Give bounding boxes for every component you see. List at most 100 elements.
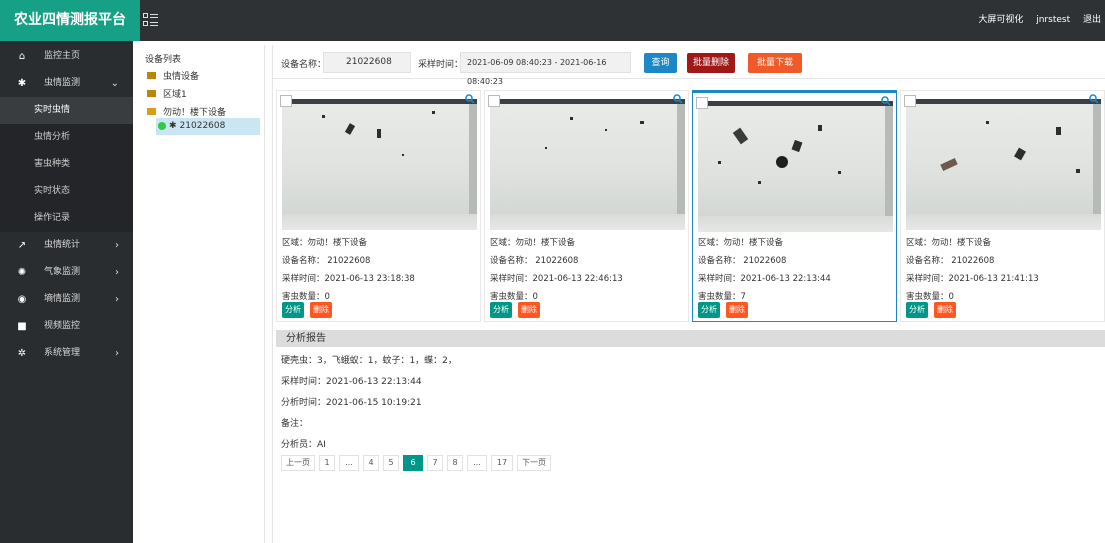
- main-content: 设备名称： 21022608 采样时间： 2021-06-09 08:40:23…: [272, 45, 1105, 543]
- select-checkbox[interactable]: [696, 97, 708, 109]
- big-screen-link[interactable]: 大屏可视化: [978, 15, 1023, 25]
- sidebar-item-label: 墒情监测: [44, 294, 81, 304]
- select-checkbox[interactable]: [280, 95, 292, 107]
- current-page-button[interactable]: 6: [403, 455, 423, 471]
- sidebar-item-system[interactable]: ✲ 系统管理 ›: [0, 340, 133, 367]
- bug-icon: ✱: [169, 121, 177, 131]
- page-button[interactable]: 8: [447, 455, 463, 471]
- query-button[interactable]: 查询: [644, 53, 677, 73]
- chevron-right-icon: ›: [115, 294, 119, 305]
- image-card[interactable]: 区域：勿动！楼下设备 设备名称： 21022608 采样时间：2021-06-1…: [484, 90, 689, 322]
- chevron-right-icon: ›: [115, 348, 119, 359]
- card-device-name: 设备名称： 21022608: [282, 256, 371, 266]
- sidebar-sub-analysis[interactable]: 虫情分析: [0, 124, 133, 151]
- image-card-list: 区域：勿动！楼下设备 设备名称： 21022608 采样时间：2021-06-1…: [276, 90, 1105, 322]
- delete-button[interactable]: 删除: [934, 302, 956, 318]
- sidebar-item-soil[interactable]: ◉ 墒情监测 ›: [0, 286, 133, 313]
- page-button[interactable]: 4: [363, 455, 379, 471]
- sidebar-item-pest-stats[interactable]: ↗ 虫情统计 ›: [0, 232, 133, 259]
- trap-photo[interactable]: [282, 99, 477, 230]
- app-title: 农业四情测报平台: [0, 0, 140, 41]
- batch-delete-button[interactable]: 批量删除: [687, 53, 735, 73]
- zoom-icon[interactable]: [465, 94, 475, 104]
- tree-node-device[interactable]: ✱ 21022608: [156, 118, 260, 135]
- sidebar-item-label: 虫情统计: [44, 240, 81, 250]
- trap-photo[interactable]: [906, 99, 1101, 230]
- online-status-icon: [158, 121, 166, 130]
- card-device-name: 设备名称： 21022608: [490, 256, 579, 266]
- sidebar-sub-status[interactable]: 实时状态: [0, 178, 133, 205]
- zoom-icon[interactable]: [881, 96, 891, 106]
- card-sample-time: 采样时间：2021-06-13 22:46:13: [490, 274, 623, 284]
- sidebar-item-label: 气象监测: [44, 267, 81, 277]
- sample-time-label: 采样时间：: [418, 60, 464, 70]
- tree-node-pest-devices[interactable]: 虫情设备: [147, 69, 199, 82]
- analyze-button[interactable]: 分析: [490, 302, 512, 318]
- menu-toggle-icon[interactable]: [143, 13, 159, 27]
- analysis-report-header: 分析报告: [276, 330, 1105, 347]
- page-button[interactable]: 17: [491, 455, 513, 471]
- sidebar-item-label: 系统管理: [44, 348, 81, 358]
- card-pest-count: 害虫数量：7: [698, 292, 746, 302]
- page-button[interactable]: 1: [319, 455, 335, 471]
- card-pest-count: 害虫数量：0: [906, 292, 954, 302]
- delete-button[interactable]: 删除: [518, 302, 540, 318]
- globe-icon: ◉: [17, 294, 27, 305]
- logout-link[interactable]: 退出: [1083, 15, 1101, 25]
- report-sample-time: 采样时间：2021-06-13 22:13:44: [281, 377, 422, 387]
- device-name-label: 设备名称：: [281, 60, 327, 70]
- analyze-button[interactable]: 分析: [698, 302, 720, 318]
- gear-icon: ✲: [17, 348, 27, 359]
- image-card[interactable]: 区域：勿动！楼下设备 设备名称： 21022608 采样时间：2021-06-1…: [900, 90, 1105, 322]
- sidebar-item-pest-monitor[interactable]: ✱ 虫情监测 ⌄: [0, 70, 133, 97]
- card-device-name: 设备名称： 21022608: [698, 256, 787, 266]
- sidebar-item-weather[interactable]: ✺ 气象监测 ›: [0, 259, 133, 286]
- device-tree-title: 设备列表: [145, 55, 182, 65]
- card-pest-count: 害虫数量：0: [282, 292, 330, 302]
- card-area: 区域：勿动！楼下设备: [698, 238, 784, 248]
- sidebar-item-video[interactable]: ■ 视频监控: [0, 313, 133, 340]
- chevron-down-icon: ⌄: [110, 78, 119, 89]
- analyze-button[interactable]: 分析: [906, 302, 928, 318]
- device-name-input[interactable]: 21022608: [323, 52, 411, 73]
- select-checkbox[interactable]: [488, 95, 500, 107]
- username-link[interactable]: jnrstest: [1036, 15, 1070, 25]
- device-tree-panel: 设备列表 虫情设备 区域1 勿动！楼下设备 ✱ 21022608: [137, 45, 265, 543]
- delete-button[interactable]: 删除: [310, 302, 332, 318]
- trap-photo[interactable]: [698, 101, 893, 232]
- card-area: 区域：勿动！楼下设备: [490, 238, 576, 248]
- image-card-selected[interactable]: 区域：勿动！楼下设备 设备名称： 21022608 采样时间：2021-06-1…: [692, 90, 897, 322]
- page-button[interactable]: 7: [427, 455, 443, 471]
- delete-button[interactable]: 删除: [726, 302, 748, 318]
- analyze-button[interactable]: 分析: [282, 302, 304, 318]
- tree-node-label: 区域1: [163, 90, 187, 100]
- tree-node-downstairs[interactable]: 勿动！楼下设备: [147, 105, 226, 118]
- folder-icon: [147, 90, 156, 97]
- next-page-button[interactable]: 下一页: [517, 455, 551, 471]
- filter-bar: 设备名称： 21022608 采样时间： 2021-06-09 08:40:23…: [273, 45, 1105, 86]
- page-button[interactable]: 5: [383, 455, 399, 471]
- zoom-icon[interactable]: [673, 94, 683, 104]
- sidebar-item-label: 虫情监测: [44, 78, 81, 88]
- sample-time-range-input[interactable]: 2021-06-09 08:40:23 - 2021-06-16 08:40:2…: [460, 52, 631, 86]
- home-icon: ⌂: [18, 51, 26, 62]
- card-area: 区域：勿动！楼下设备: [282, 238, 368, 248]
- zoom-icon[interactable]: [1089, 94, 1099, 104]
- card-device-name: 设备名称： 21022608: [906, 256, 995, 266]
- sidebar-sub-log[interactable]: 操作记录: [0, 205, 133, 232]
- sidebar-sub-species[interactable]: 害虫种类: [0, 151, 133, 178]
- sidebar: ⌂ 监控主页 ✱ 虫情监测 ⌄ 实时虫情 虫情分析 害虫种类 实时状态 操作记录…: [0, 41, 133, 543]
- sidebar-item-home[interactable]: ⌂ 监控主页: [0, 43, 133, 70]
- card-sample-time: 采样时间：2021-06-13 21:41:13: [906, 274, 1039, 284]
- image-card[interactable]: 区域：勿动！楼下设备 设备名称： 21022608 采样时间：2021-06-1…: [276, 90, 481, 322]
- report-note: 备注：: [281, 419, 309, 429]
- tree-node-label: 虫情设备: [163, 72, 200, 82]
- tree-node-area1[interactable]: 区域1: [147, 87, 187, 100]
- folder-icon: [147, 72, 156, 79]
- trap-photo[interactable]: [490, 99, 685, 230]
- prev-page-button[interactable]: 上一页: [281, 455, 315, 471]
- sidebar-sub-realtime[interactable]: 实时虫情: [0, 97, 133, 124]
- batch-download-button[interactable]: 批量下载: [748, 53, 802, 73]
- top-links: 大屏可视化 jnrstest 退出: [968, 0, 1101, 41]
- select-checkbox[interactable]: [904, 95, 916, 107]
